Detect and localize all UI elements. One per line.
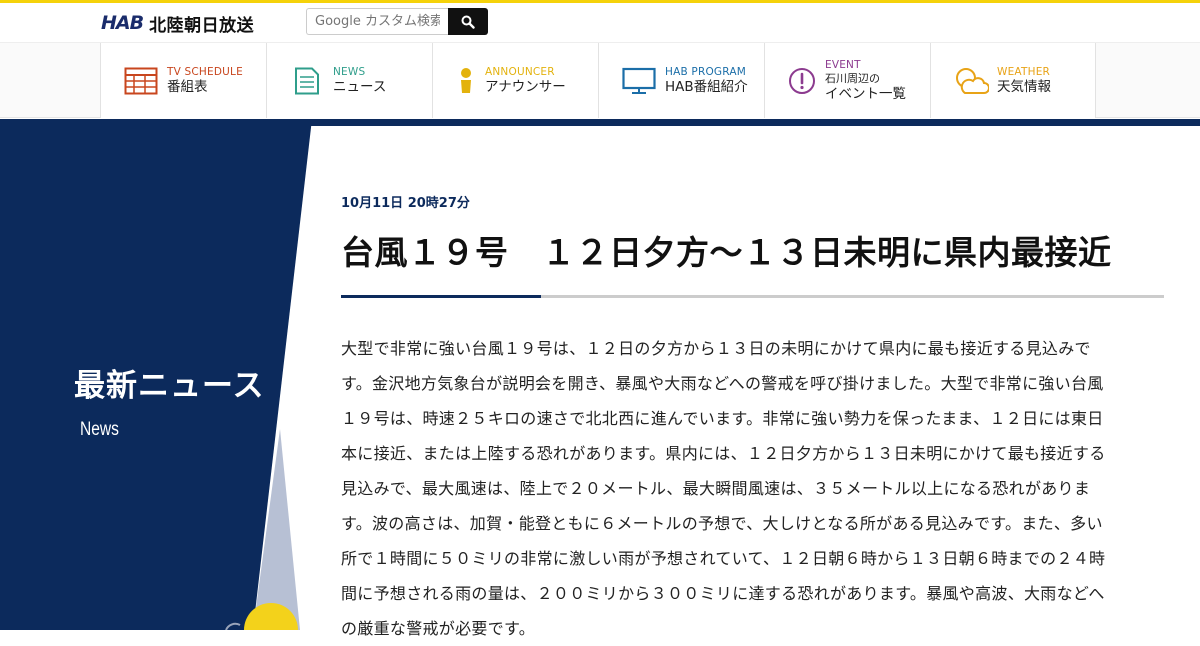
nav-en-label: EVENT [825, 58, 861, 71]
event-icon [787, 66, 817, 96]
nav-ja-label: アナウンサー [485, 78, 566, 95]
search-icon [461, 15, 475, 29]
nav-item-weather[interactable]: WEATHER 天気情報 [930, 43, 1096, 118]
article-headline: 台風１９号 １２日夕方～１３日未明に県内最接近 [341, 233, 1112, 272]
news-icon [289, 66, 325, 96]
article-date: 10月11日 20時27分 [341, 196, 470, 211]
global-nav: TV SCHEDULE 番組表 NEWS ニュース ANNOUNCER アナウン… [100, 43, 1096, 118]
nav-en-label: TV SCHEDULE [167, 65, 243, 78]
section-subtitle: News [80, 419, 119, 440]
search-button[interactable] [448, 8, 488, 35]
nav-item-event[interactable]: EVENT 石川周辺の イベント一覧 [764, 43, 930, 118]
tv-schedule-icon [123, 66, 159, 96]
nav-item-announcer[interactable]: ANNOUNCER アナウンサー [432, 43, 598, 118]
site-search [306, 8, 488, 35]
program-icon [621, 66, 657, 96]
nav-ja-label: イベント一覧 [825, 85, 906, 102]
global-nav-bar: TV SCHEDULE 番組表 NEWS ニュース ANNOUNCER アナウン… [0, 42, 1200, 118]
nav-en-label: NEWS [333, 65, 366, 78]
nav-item-tv-schedule[interactable]: TV SCHEDULE 番組表 [100, 43, 266, 118]
nav-en-label: ANNOUNCER [485, 65, 555, 78]
headline-divider-accent [341, 295, 541, 298]
article-body: 大型で非常に強い台風１９号は、１２日の夕方から１３日の未明にかけて県内に最も接近… [341, 339, 1106, 638]
section-title: 最新ニュース [74, 368, 265, 404]
site-header: HAB 北陸朝日放送 [0, 3, 1200, 42]
nav-ja-label: ニュース [333, 78, 387, 95]
nav-ja-label: 番組表 [167, 78, 208, 95]
nav-item-hab-program[interactable]: HAB PROGRAM HAB番組紹介 [598, 43, 764, 118]
logo-mark: HAB [101, 12, 144, 34]
logo-text: 北陸朝日放送 [149, 15, 255, 36]
search-input[interactable] [306, 8, 448, 35]
announcer-icon [455, 66, 477, 96]
site-logo[interactable]: HAB 北陸朝日放送 [101, 11, 255, 36]
nav-en-label: HAB PROGRAM [665, 65, 746, 78]
weather-icon [953, 66, 989, 96]
nav-item-news[interactable]: NEWS ニュース [266, 43, 432, 118]
nav-en-label: WEATHER [997, 65, 1051, 78]
nav-ja-label: 天気情報 [997, 78, 1051, 95]
nav-ja-label: HAB番組紹介 [665, 78, 748, 95]
nav-ja-label: 石川周辺の [825, 71, 880, 85]
